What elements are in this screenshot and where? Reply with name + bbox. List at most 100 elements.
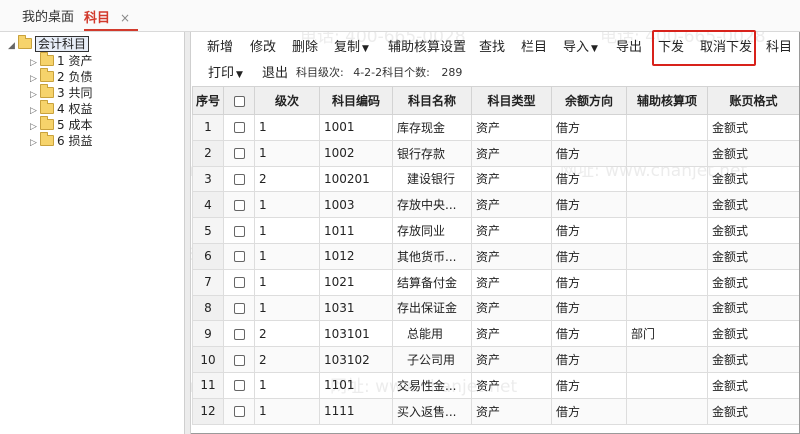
cell-format: 金额式	[707, 346, 799, 373]
cell-aux	[626, 346, 708, 373]
cell-aux	[626, 217, 708, 244]
cell-select[interactable]	[223, 320, 255, 348]
count-label: 科目个数:	[382, 66, 430, 79]
checkbox[interactable]	[233, 122, 245, 134]
header-level[interactable]: 级次	[254, 86, 320, 115]
tree-item-liabilities[interactable]: ▷ 2 负债	[30, 68, 92, 85]
table-row[interactable]: 1 1 1001 库存现金 资产 借方 金额式	[192, 114, 799, 141]
tab-desktop[interactable]: 我的桌面	[22, 6, 74, 30]
export-button[interactable]: 导出	[616, 38, 642, 58]
cell-direction: 借方	[551, 320, 627, 348]
chevron-down-icon: ▼	[591, 44, 598, 54]
cell-name: 结算备付金	[392, 268, 472, 296]
checkbox[interactable]	[233, 354, 245, 366]
cell-name: 库存现金	[392, 114, 472, 141]
tree-item-label: 4 权益	[57, 102, 93, 116]
import-button[interactable]: 导入 ▼	[563, 38, 598, 58]
checkbox[interactable]	[233, 148, 245, 160]
aux-settings-button[interactable]: 辅助核算设置	[388, 38, 466, 58]
cell-direction: 借方	[551, 346, 627, 373]
header-select-all[interactable]	[223, 86, 255, 115]
checkbox[interactable]	[233, 225, 245, 237]
find-button[interactable]: 查找	[479, 38, 505, 58]
header-code[interactable]: 科目编码	[319, 86, 393, 115]
add-button[interactable]: 新增	[207, 38, 233, 58]
tree-item-label: 5 成本	[57, 118, 93, 132]
tree-item-label: 6 损益	[57, 134, 93, 148]
folder-icon	[40, 68, 54, 82]
copy-button[interactable]: 复制 ▼	[334, 38, 369, 58]
panel-splitter[interactable]	[185, 32, 191, 434]
tree-root[interactable]: ◢ 会计科目	[8, 35, 90, 54]
cell-select[interactable]	[223, 165, 255, 193]
delete-button[interactable]: 删除	[292, 38, 318, 58]
cell-select[interactable]	[223, 217, 255, 244]
header-name[interactable]: 科目名称	[392, 86, 472, 115]
checkbox[interactable]	[233, 277, 245, 289]
cell-select[interactable]	[223, 191, 255, 219]
highlight-box	[652, 30, 756, 66]
copy-label: 复制	[334, 40, 361, 55]
cell-select[interactable]	[223, 242, 255, 270]
tab-subjects[interactable]: 科目 ×	[84, 6, 140, 30]
checkbox[interactable]	[233, 328, 245, 340]
close-icon[interactable]: ×	[120, 11, 130, 25]
table-row[interactable]: 2 1 1002 银行存款 资产 借方 金额式	[192, 139, 799, 167]
table-row[interactable]: 3 2 100201 建设银行 资产 借方 金额式	[192, 165, 799, 193]
cell-seq: 7	[192, 268, 224, 296]
columns-button[interactable]: 栏目	[521, 38, 547, 58]
cell-aux	[626, 397, 708, 425]
table-row[interactable]: 6 1 1012 其他货币... 资产 借方 金额式	[192, 242, 799, 270]
cell-format: 金额式	[707, 320, 799, 348]
expand-icon[interactable]: ◢	[8, 38, 18, 54]
header-direction[interactable]: 余额方向	[551, 86, 627, 115]
table-row[interactable]: 9 2 103101 总能用 资产 借方 部门 金额式	[192, 320, 799, 348]
exit-button[interactable]: 退出	[262, 64, 288, 84]
tree-item-common[interactable]: ▷ 3 共同	[30, 84, 92, 101]
header-format[interactable]: 账页格式	[707, 86, 799, 115]
cell-level: 1	[254, 294, 320, 322]
checkbox[interactable]	[233, 199, 245, 211]
cell-level: 2	[254, 165, 320, 193]
checkbox[interactable]	[233, 95, 245, 107]
table-row[interactable]: 12 1 1111 买入返售... 资产 借方 金额式	[192, 397, 799, 425]
cell-select[interactable]	[223, 294, 255, 322]
folder-icon	[40, 132, 54, 146]
cell-type: 资产	[471, 268, 552, 296]
checkbox[interactable]	[233, 406, 245, 418]
table-row[interactable]: 5 1 1011 存放同业 资产 借方 金额式	[192, 217, 799, 244]
table-row[interactable]: 4 1 1003 存放中央... 资产 借方 金额式	[192, 191, 799, 219]
cell-level: 1	[254, 114, 320, 141]
cell-code: 1001	[319, 114, 393, 141]
edit-button[interactable]: 修改	[250, 38, 276, 58]
checkbox[interactable]	[233, 380, 245, 392]
cell-select[interactable]	[223, 397, 255, 425]
table-row[interactable]: 10 2 103102 子公司用 资产 借方 金额式	[192, 346, 799, 373]
checkbox[interactable]	[233, 251, 245, 263]
cell-select[interactable]	[223, 139, 255, 167]
cell-direction: 借方	[551, 139, 627, 167]
more-button[interactable]: 科目	[766, 38, 792, 58]
table-row[interactable]: 8 1 1031 存出保证金 资产 借方 金额式	[192, 294, 799, 322]
cell-select[interactable]	[223, 371, 255, 399]
print-button[interactable]: 打印 ▼	[208, 64, 243, 84]
chevron-down-icon: ▼	[236, 70, 243, 80]
header-type[interactable]: 科目类型	[471, 86, 552, 115]
table-row[interactable]: 11 1 1101 交易性金... 资产 借方 金额式	[192, 371, 799, 399]
cell-select[interactable]	[223, 346, 255, 373]
checkbox[interactable]	[233, 173, 245, 185]
tree-item-assets[interactable]: ▷ 1 资产	[30, 52, 92, 69]
collapse-arrow-icon[interactable]: ▷	[30, 135, 40, 151]
tree-item-cost[interactable]: ▷ 5 成本	[30, 116, 93, 133]
tree-item-equity[interactable]: ▷ 4 权益	[30, 100, 93, 117]
cell-select[interactable]	[223, 114, 255, 141]
table-row[interactable]: 7 1 1021 结算备付金 资产 借方 金额式	[192, 268, 799, 296]
cell-select[interactable]	[223, 268, 255, 296]
folder-icon	[40, 116, 54, 130]
header-aux[interactable]: 辅助核算项	[626, 86, 708, 115]
tree-item-profit-loss[interactable]: ▷ 6 损益	[30, 132, 93, 151]
cell-name: 买入返售...	[392, 397, 472, 425]
subject-info: 科目级次: 4-2-2科目个数: 289	[296, 64, 462, 80]
checkbox[interactable]	[233, 302, 245, 314]
cell-type: 资产	[471, 320, 552, 348]
